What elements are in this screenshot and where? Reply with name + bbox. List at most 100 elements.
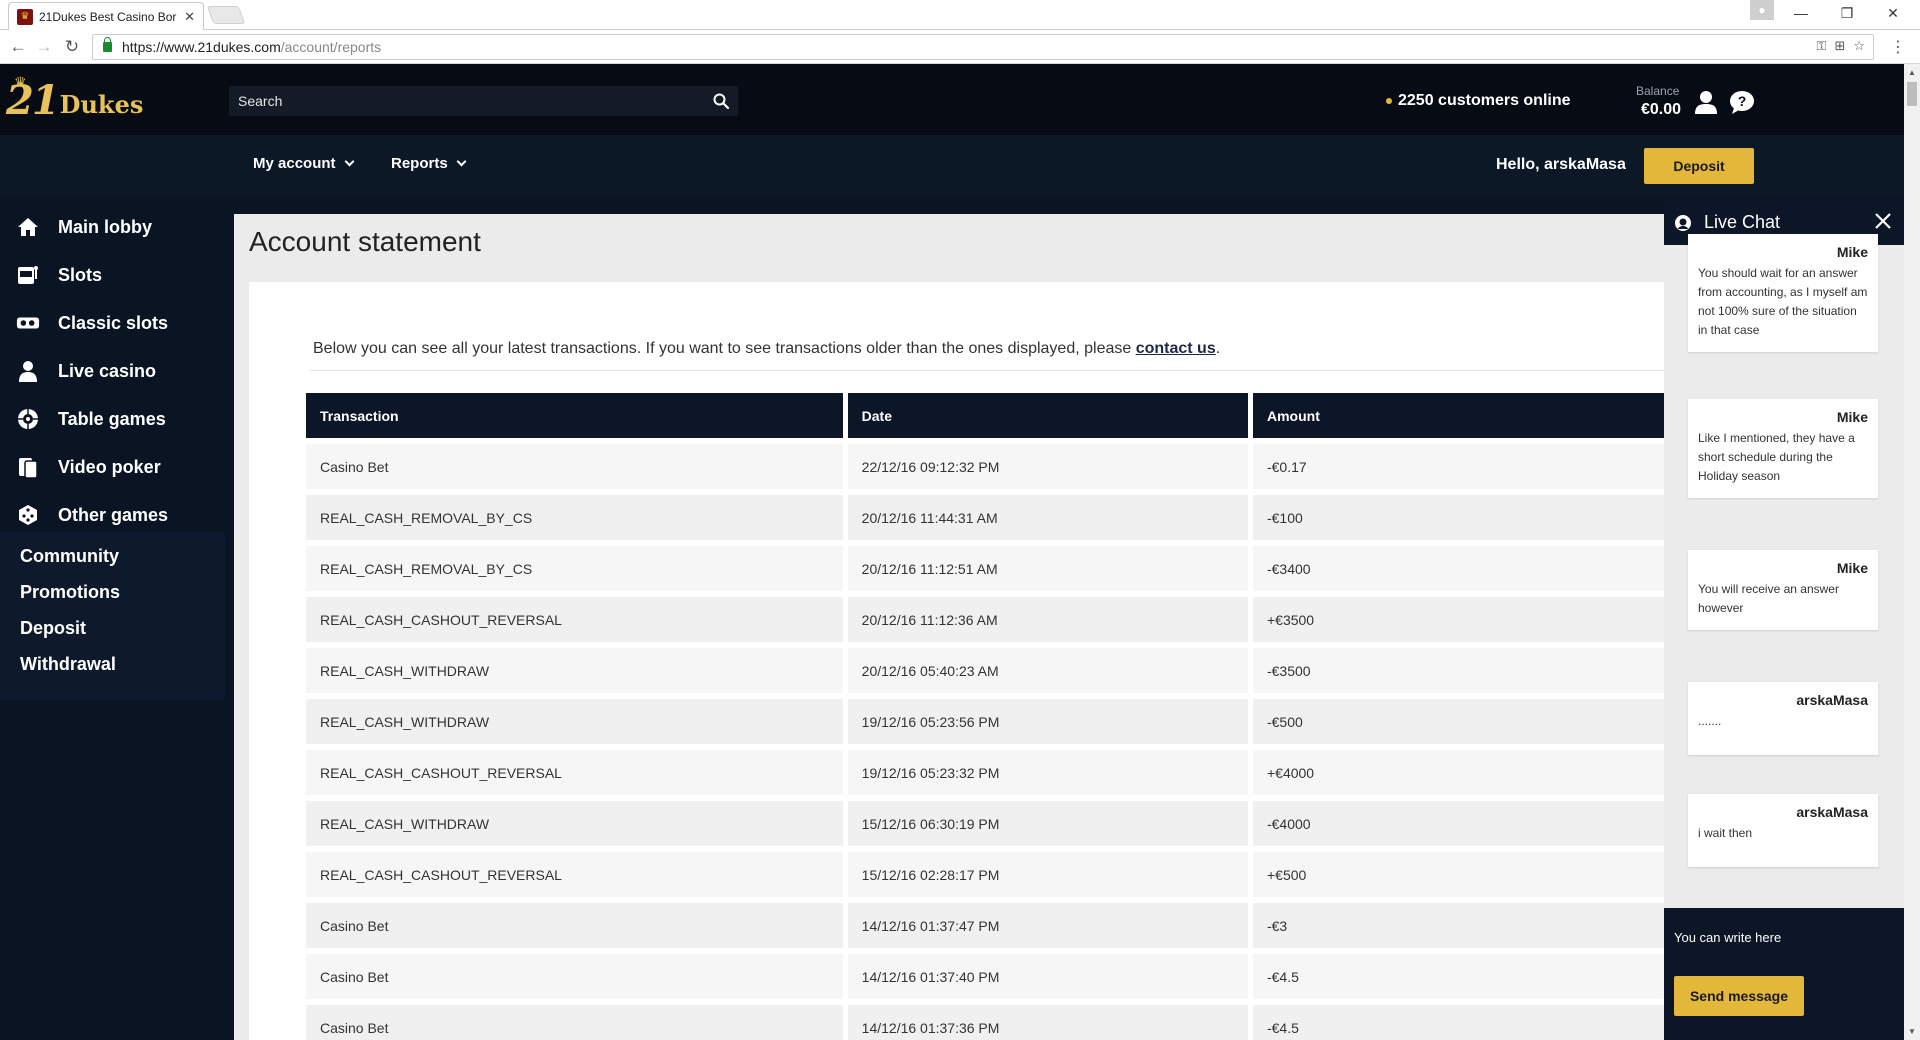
page-scrollbar[interactable]: ▲ ▼ xyxy=(1904,64,1920,1040)
sidebar-link-deposit[interactable]: Deposit xyxy=(0,610,225,646)
forward-icon[interactable]: → xyxy=(32,35,56,59)
balance-value: €0.00 xyxy=(1641,101,1682,118)
cell-transaction: REAL_CASH_REMOVAL_BY_CS xyxy=(306,546,843,591)
chat-compose: You can write here Send message xyxy=(1664,908,1904,1040)
intro-after: . xyxy=(1215,340,1221,357)
crown-favicon-icon: ♛ xyxy=(17,8,33,25)
table-header-row: Transaction Date Amount xyxy=(306,393,1664,438)
reload-icon[interactable]: ↻ xyxy=(60,35,84,59)
search-input[interactable]: Search xyxy=(229,86,738,116)
message-author: arskaMasa xyxy=(1796,692,1868,708)
live-chat-title: Live Chat xyxy=(1704,212,1781,232)
sidebar-item-label: Main lobby xyxy=(58,216,152,237)
dealer-icon xyxy=(16,359,40,383)
url-path: /account/reports xyxy=(280,39,382,55)
cherries-icon xyxy=(16,311,40,335)
chat-message: Mike You should wait for an answer from … xyxy=(1688,234,1878,352)
column-header-transaction: Transaction xyxy=(306,393,843,438)
sidebar-item-main-lobby[interactable]: Main lobby xyxy=(0,203,225,251)
key-icon[interactable]: ⚿ xyxy=(1817,38,1827,54)
chat-message: Mike You will receive an answer however xyxy=(1688,550,1878,630)
cell-transaction: REAL_CASH_CASHOUT_REVERSAL xyxy=(306,597,843,642)
tab-title: 21Dukes Best Casino Bor xyxy=(39,9,177,24)
cards-icon xyxy=(16,455,40,479)
sidebar-item-label: Slots xyxy=(58,264,103,285)
sidebar-item-slots[interactable]: Slots xyxy=(0,251,225,299)
close-window-icon[interactable]: ✕ xyxy=(1870,0,1916,26)
cell-date: 15/12/16 02:28:17 PM xyxy=(847,852,1248,897)
sidebar-link-withdrawal[interactable]: Withdrawal xyxy=(0,646,225,682)
user-icon[interactable] xyxy=(1693,89,1719,115)
scroll-up-icon[interactable]: ▲ xyxy=(1908,68,1916,77)
table-row: REAL_CASH_CASHOUT_REVERSAL 19/12/16 05:2… xyxy=(306,750,1664,795)
table-row: Casino Bet 14/12/16 01:37:47 PM -€3 xyxy=(306,903,1664,948)
deposit-button[interactable]: Deposit xyxy=(1644,148,1754,184)
sidebar-item-classic-slots[interactable]: Classic slots xyxy=(0,299,225,347)
profile-icon[interactable]: ● xyxy=(1750,0,1774,20)
back-icon[interactable]: ← xyxy=(6,35,30,59)
browser-tab[interactable]: ♛ 21Dukes Best Casino Bor ✕ xyxy=(8,2,204,30)
scroll-down-icon[interactable]: ▼ xyxy=(1908,1027,1916,1036)
sidebar-item-video-poker[interactable]: Video poker xyxy=(0,443,225,491)
cell-transaction: REAL_CASH_CASHOUT_REVERSAL xyxy=(306,750,843,795)
reports-menu[interactable]: Reports xyxy=(391,155,467,172)
sidebar-item-label: Classic slots xyxy=(58,312,169,333)
sidebar-link-promotions[interactable]: Promotions xyxy=(0,574,225,610)
cell-amount: -€4.5 xyxy=(1252,954,1664,999)
my-account-menu[interactable]: My account xyxy=(253,155,354,172)
intro-before: Below you can see all your latest transa… xyxy=(313,340,1136,357)
reports-label: Reports xyxy=(391,155,448,172)
game-menu: Main lobby Slots Classic slots Live casi… xyxy=(0,203,225,539)
search-placeholder: Search xyxy=(238,93,283,109)
cell-transaction: REAL_CASH_WITHDRAW xyxy=(306,699,843,744)
sidebar-links: Community Promotions Deposit Withdrawal xyxy=(0,532,225,700)
table-row: REAL_CASH_REMOVAL_BY_CS 20/12/16 11:44:3… xyxy=(306,495,1664,540)
chevron-down-icon xyxy=(456,156,467,167)
main-content: Account statement Below you can see all … xyxy=(234,214,1664,1040)
cell-date: 20/12/16 11:44:31 AM xyxy=(847,495,1248,540)
message-author: Mike xyxy=(1836,244,1868,260)
intro-text: Below you can see all your latest transa… xyxy=(313,340,1220,358)
scrollbar-thumb[interactable] xyxy=(1907,82,1917,106)
page-title: Account statement xyxy=(249,226,481,257)
url-field[interactable]: https://www.21dukes.com/account/reports … xyxy=(92,34,1874,60)
message-text: Like I mentioned, they have a short sche… xyxy=(1698,431,1855,483)
cell-amount: -€100 xyxy=(1252,495,1664,540)
live-chat-panel: Live Chat Mike You should wait for an an… xyxy=(1664,200,1904,1040)
sidebar-item-label: Other games xyxy=(58,504,169,525)
sidebar-item-live-casino[interactable]: Live casino xyxy=(0,347,225,395)
cell-date: 20/12/16 05:40:23 AM xyxy=(847,648,1248,693)
contact-us-link[interactable]: contact us xyxy=(1136,340,1216,357)
greeting: Hello, arskaMasa xyxy=(1496,156,1626,173)
headset-icon xyxy=(1675,214,1691,231)
sidebar-item-label: Table games xyxy=(58,408,166,429)
translate-icon[interactable]: ⊞ xyxy=(1834,38,1845,54)
message-text: ....... xyxy=(1698,714,1722,728)
tab-close-icon[interactable]: ✕ xyxy=(184,9,195,25)
cell-amount: -€3500 xyxy=(1252,648,1664,693)
cell-amount: +€3500 xyxy=(1252,597,1664,642)
help-chat-icon[interactable]: ? xyxy=(1728,89,1756,115)
close-icon[interactable] xyxy=(1872,210,1894,232)
bookmark-star-icon[interactable]: ☆ xyxy=(1853,38,1865,54)
cell-transaction: REAL_CASH_CASHOUT_REVERSAL xyxy=(306,852,843,897)
home-icon xyxy=(16,215,40,239)
chat-message-input[interactable]: You can write here xyxy=(1674,930,1781,945)
new-tab-button[interactable] xyxy=(206,6,246,24)
search-icon[interactable] xyxy=(712,92,730,110)
sidebar-link-community[interactable]: Community xyxy=(0,538,225,574)
table-row: REAL_CASH_WITHDRAW 19/12/16 05:23:56 PM … xyxy=(306,699,1664,744)
sidebar-item-label: Live casino xyxy=(58,360,157,381)
browser-menu-icon[interactable]: ⋮ xyxy=(1890,37,1906,57)
sidebar-item-table-games[interactable]: Table games xyxy=(0,395,225,443)
table-row: Casino Bet 14/12/16 01:37:36 PM -€4.5 xyxy=(306,1005,1664,1040)
send-message-button[interactable]: Send message xyxy=(1674,976,1804,1016)
site-logo[interactable]: ♛ 21 Dukes xyxy=(6,74,143,126)
restore-icon[interactable]: ❐ xyxy=(1824,0,1870,26)
minimize-icon[interactable]: — xyxy=(1778,0,1824,26)
table-row: Casino Bet 14/12/16 01:37:40 PM -€4.5 xyxy=(306,954,1664,999)
cell-amount: -€4000 xyxy=(1252,801,1664,846)
divider xyxy=(309,370,1664,371)
message-text: i wait then xyxy=(1698,826,1753,840)
message-text: You should wait for an answer from accou… xyxy=(1698,266,1868,337)
